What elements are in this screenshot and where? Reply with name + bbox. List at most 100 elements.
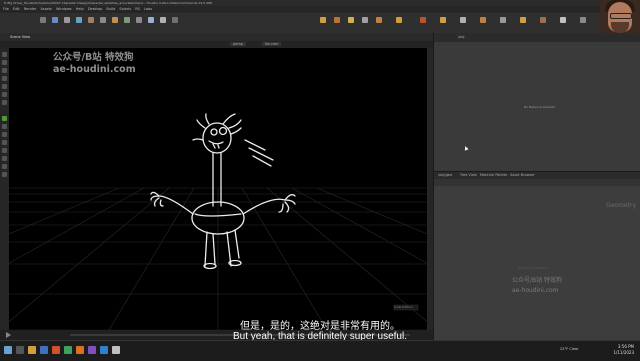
webcam-overlay — [600, 0, 640, 33]
camera-menu[interactable]: No cam — [262, 42, 282, 46]
menu-edit[interactable]: Edit — [13, 7, 20, 11]
render-tool-icon[interactable] — [2, 172, 7, 177]
menu-rs[interactable]: RS — [135, 7, 140, 11]
taskbar-app-icon[interactable] — [28, 346, 36, 354]
shelf-tool-icon[interactable] — [480, 17, 486, 23]
ghost-tool-icon[interactable] — [2, 148, 7, 153]
shelf-tool-icon[interactable] — [112, 17, 118, 23]
pose-tool-icon[interactable] — [2, 92, 7, 97]
snap-tool-icon[interactable] — [2, 124, 7, 129]
indie-edition-label: Indie Edition — [394, 305, 413, 309]
no-network-message: No Network selected — [524, 105, 556, 109]
taskbar-app-icon[interactable] — [52, 346, 60, 354]
menu-help[interactable]: Help — [76, 7, 84, 11]
handle-tool-icon[interactable] — [2, 84, 7, 89]
select-tool-icon[interactable] — [2, 52, 7, 57]
taskbar-app-icon[interactable] — [76, 346, 84, 354]
tab-scene-view[interactable]: Scene View — [10, 35, 30, 39]
shelf-tool-icon[interactable] — [88, 17, 94, 23]
faint-network-label: Solaris Networks — [518, 266, 548, 270]
clock-date: 1/11/2023 — [613, 350, 634, 355]
weather-temp: 22°F — [560, 347, 569, 351]
menu-file[interactable]: File — [3, 7, 9, 11]
menu-labs[interactable]: Labs — [144, 7, 152, 11]
taskbar-app-icon[interactable] — [100, 346, 108, 354]
presenter-glasses — [610, 13, 632, 19]
menu-solaris[interactable]: Solaris — [119, 7, 131, 11]
shelf-tool-icon[interactable] — [348, 17, 354, 23]
shelf-tool-icon[interactable] — [420, 17, 426, 23]
move-tool-icon[interactable] — [2, 60, 7, 65]
taskbar-app-icon[interactable] — [40, 346, 48, 354]
lighting-tool-icon[interactable] — [2, 156, 7, 161]
camera-tool-icon[interactable] — [2, 164, 7, 169]
shelf-tool-icon[interactable] — [40, 17, 46, 23]
shelf-tool-icon[interactable] — [460, 17, 466, 23]
3d-viewport[interactable]: 公众号/B站 特效狗 ae-houdini.com Indie Edition — [9, 48, 427, 330]
pivot-tool-icon[interactable] — [2, 132, 7, 137]
shelf-tool-icon[interactable] — [52, 17, 58, 23]
network-toolbar — [434, 179, 640, 186]
shelf-tool-icon[interactable] — [362, 17, 368, 23]
tab-material-palette[interactable]: Material Palette — [480, 173, 507, 177]
shelf-tool-icon[interactable] — [148, 17, 154, 23]
shelf-tool-icon[interactable] — [124, 17, 130, 23]
shelf-tool-icon[interactable] — [100, 17, 106, 23]
character-sketch — [150, 113, 296, 270]
network-tabs: /obj/geo Tree View Material Palette Asse… — [434, 172, 640, 179]
shelf-tool-icon[interactable] — [580, 17, 586, 23]
shelf-tool-icon[interactable] — [320, 17, 326, 23]
taskbar-app-icon[interactable] — [64, 346, 72, 354]
taskbar-app-icon[interactable] — [112, 346, 120, 354]
weather-widget[interactable]: 22°F Clear — [560, 347, 579, 351]
viewport-canvas — [9, 113, 427, 330]
watermark-right: 公众号/B站 特效狗 ae-houdini.com — [512, 276, 562, 296]
subtitle-chinese: 但是，是的，这绝对是非常有用的。 — [240, 321, 400, 332]
shelf-tool-icon[interactable] — [160, 17, 166, 23]
menu-bar: File Edit Render Assets Windows Help Des… — [0, 6, 640, 13]
watermark-line1: 公众号/B站 特效狗 — [53, 52, 134, 63]
taskbar-app-icon[interactable] — [88, 346, 96, 354]
view-mode-label[interactable]: persp — [230, 42, 246, 46]
shelf-tool-icon[interactable] — [136, 17, 142, 23]
watermark-line2: ae-houdini.com — [53, 64, 136, 75]
watermark-right-line1: 公众号/B站 特效狗 — [512, 277, 563, 284]
shelf-tool-icon[interactable] — [76, 17, 82, 23]
mouse-cursor-icon — [463, 145, 469, 151]
view-tool-icon[interactable] — [2, 100, 7, 105]
shelf-tool-icon[interactable] — [172, 17, 178, 23]
brush-tool-icon[interactable] — [2, 116, 7, 121]
menu-assets[interactable]: Assets — [40, 7, 51, 11]
tab-asset-browser[interactable]: Asset Browser — [510, 173, 535, 177]
menu-build[interactable]: Build — [106, 7, 115, 11]
taskbar-clock[interactable]: 3:56 PM 1/11/2023 — [613, 344, 634, 356]
tab-tree-view[interactable]: Tree View — [460, 173, 477, 177]
network-pane-top: /obj No Network selected — [434, 33, 640, 171]
right-toolbar — [427, 48, 433, 330]
network-path[interactable]: /obj — [458, 35, 465, 39]
tab-obj-geo[interactable]: /obj/geo — [438, 173, 452, 177]
shelf-tool-icon[interactable] — [376, 17, 382, 23]
network-pane-bottom: /obj/geo Tree View Material Palette Asse… — [434, 172, 640, 340]
menu-desktop[interactable]: Desktop — [88, 7, 102, 11]
shelf-tool-icon[interactable] — [540, 17, 546, 23]
display-tool-icon[interactable] — [2, 140, 7, 145]
geometry-context-label: Geometry — [606, 202, 636, 209]
shelf-tool-icon[interactable] — [334, 17, 340, 23]
shelf-tool-icon[interactable] — [560, 17, 566, 23]
shelf-tool-icon[interactable] — [396, 17, 402, 23]
rotate-tool-icon[interactable] — [2, 68, 7, 73]
windows-start-icon[interactable] — [4, 346, 12, 354]
shelf-tool-icon[interactable] — [440, 17, 446, 23]
menu-windows[interactable]: Windows — [56, 7, 72, 11]
windows-taskbar: 22°F Clear 3:56 PM 1/11/2023 — [0, 340, 640, 361]
shelf-tool-icon[interactable] — [500, 17, 506, 23]
shelf-tool-icon[interactable] — [520, 17, 526, 23]
menu-render[interactable]: Render — [24, 7, 36, 11]
scale-tool-icon[interactable] — [2, 76, 7, 81]
ground-grid — [9, 187, 427, 330]
search-icon[interactable] — [16, 346, 24, 354]
play-button[interactable] — [6, 332, 11, 338]
shelf-tool-icon[interactable] — [64, 17, 70, 23]
viewport-toolbar: persp No cam — [0, 41, 433, 48]
